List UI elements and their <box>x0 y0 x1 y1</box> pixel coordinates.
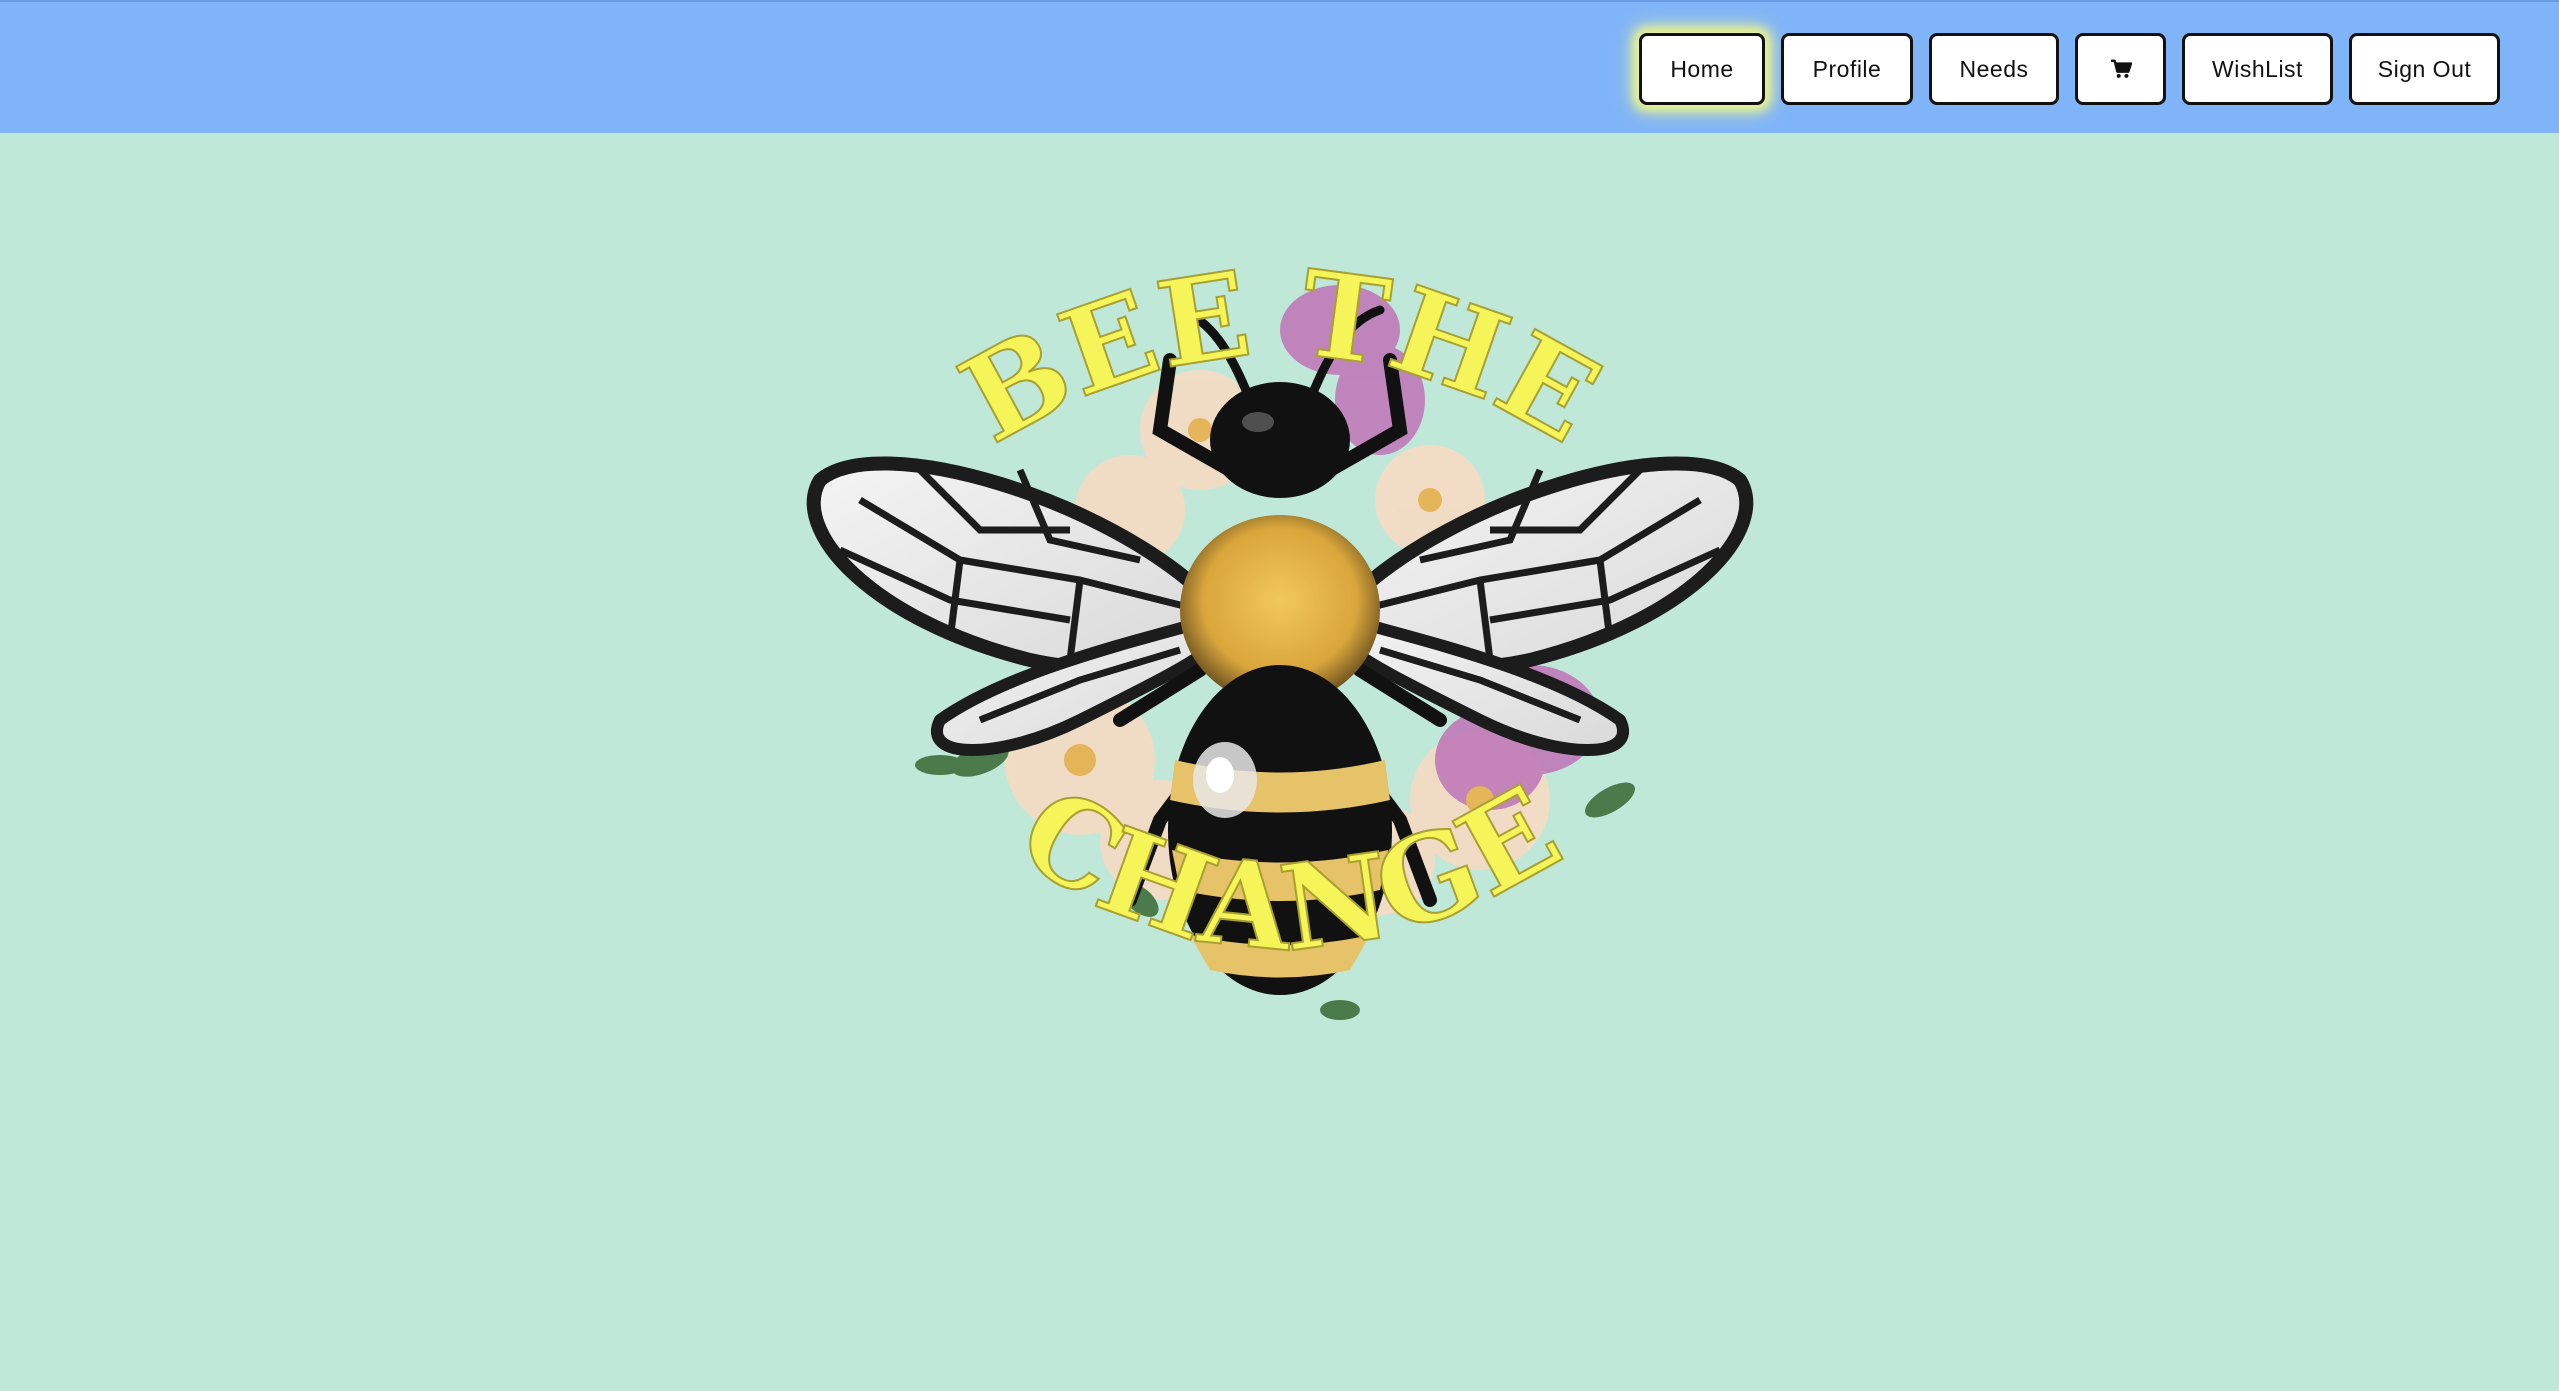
bee-the-change-logo: BEE THE CHANGE <box>806 242 1754 1020</box>
wishlist-button[interactable]: WishList <box>2182 33 2333 105</box>
sign-out-button[interactable]: Sign Out <box>2349 33 2500 105</box>
shopping-cart-icon <box>2110 59 2132 78</box>
home-button[interactable]: Home <box>1639 33 1765 105</box>
cart-button[interactable] <box>2075 33 2166 105</box>
profile-button[interactable]: Profile <box>1781 33 1913 105</box>
top-nav-bar: Home Profile Needs WishList Sign Out <box>0 0 2559 133</box>
needs-button[interactable]: Needs <box>1929 33 2059 105</box>
main-nav: Home Profile Needs WishList Sign Out <box>1639 33 2500 105</box>
